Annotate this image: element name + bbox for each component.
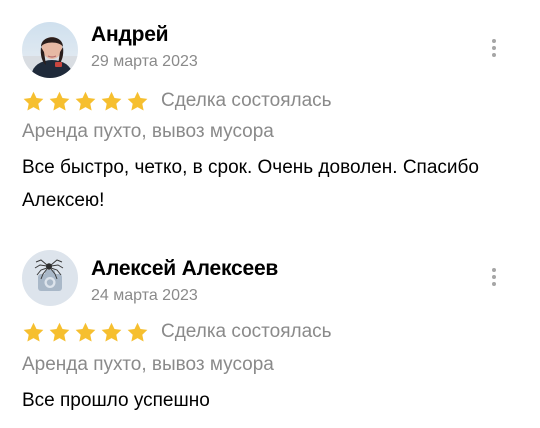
star-rating: [22, 90, 149, 113]
star-icon: [127, 322, 148, 342]
star-rating: [22, 321, 149, 344]
star-icon: [101, 91, 122, 111]
review-text: Все прошло успешно: [22, 390, 210, 411]
rating-row: Сделка состоялась: [22, 319, 332, 345]
star-icon: [75, 91, 96, 111]
star-icon: [127, 91, 148, 111]
more-options-button[interactable]: [484, 35, 504, 61]
star-icon: [101, 322, 122, 342]
more-vertical-icon: [492, 268, 496, 272]
more-options-button[interactable]: [484, 264, 504, 290]
star-icon: [23, 322, 44, 342]
deal-status: Сделка состоялась: [161, 90, 332, 111]
author-avatar[interactable]: [22, 22, 78, 78]
star-icon: [75, 322, 96, 342]
review-date: 29 марта 2023: [91, 53, 198, 70]
user-photo-icon: [22, 22, 78, 78]
star-icon: [49, 322, 70, 342]
deal-status: Сделка состоялась: [161, 321, 332, 342]
more-vertical-icon: [492, 39, 496, 43]
author-name[interactable]: Алексей Алексеев: [91, 257, 278, 281]
review-text: Все быстро, четко, в срок. Очень доволен…: [22, 157, 479, 211]
camera-placeholder-icon: [22, 250, 78, 306]
service-name: Аренда пухто, вывоз мусора: [22, 121, 274, 142]
star-icon: [23, 91, 44, 111]
rating-row: Сделка состоялась: [22, 88, 332, 114]
review-date: 24 марта 2023: [91, 287, 198, 304]
author-avatar[interactable]: [22, 250, 78, 306]
service-name: Аренда пухто, вывоз мусора: [22, 354, 274, 375]
author-name[interactable]: Андрей: [91, 23, 169, 47]
star-icon: [49, 91, 70, 111]
